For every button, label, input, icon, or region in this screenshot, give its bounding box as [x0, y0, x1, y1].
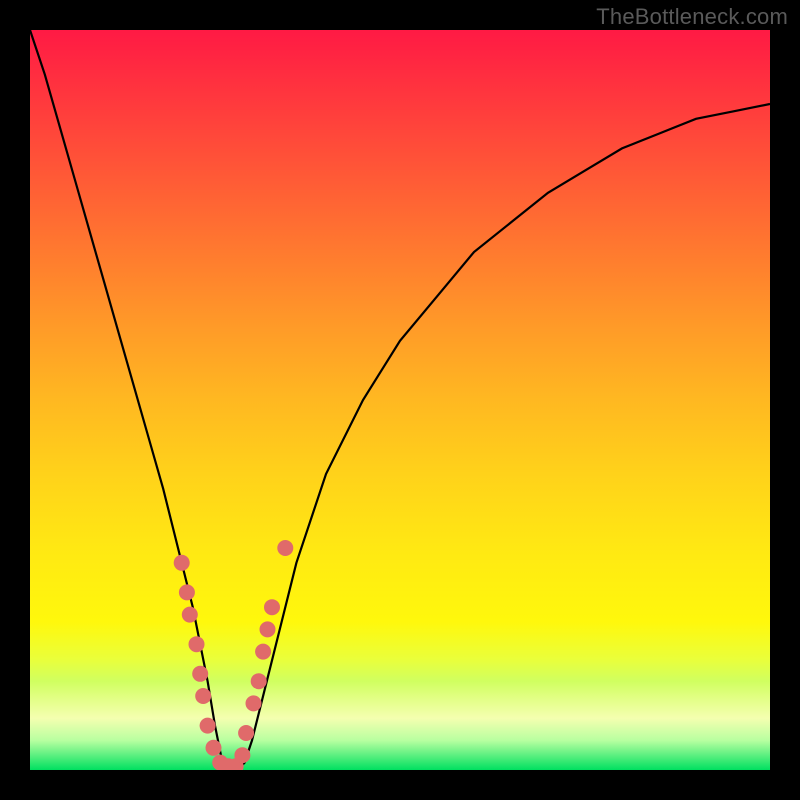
sample-point [255, 644, 271, 660]
sample-point [260, 621, 276, 637]
sample-point [264, 599, 280, 615]
sample-point [189, 636, 205, 652]
bottleneck-curve [30, 30, 770, 770]
chart-frame: TheBottleneck.com [0, 0, 800, 800]
sample-point [238, 725, 254, 741]
sample-point [195, 688, 211, 704]
sample-point [179, 584, 195, 600]
sample-point [192, 666, 208, 682]
sample-point [200, 718, 216, 734]
sample-point [246, 695, 262, 711]
sample-point [234, 747, 250, 763]
watermark-text: TheBottleneck.com [596, 4, 788, 30]
plot-area [30, 30, 770, 770]
sample-point [206, 740, 222, 756]
sample-point [182, 607, 198, 623]
sample-point [251, 673, 267, 689]
sample-point [174, 555, 190, 571]
sample-points [174, 540, 294, 770]
chart-overlay [30, 30, 770, 770]
sample-point [277, 540, 293, 556]
